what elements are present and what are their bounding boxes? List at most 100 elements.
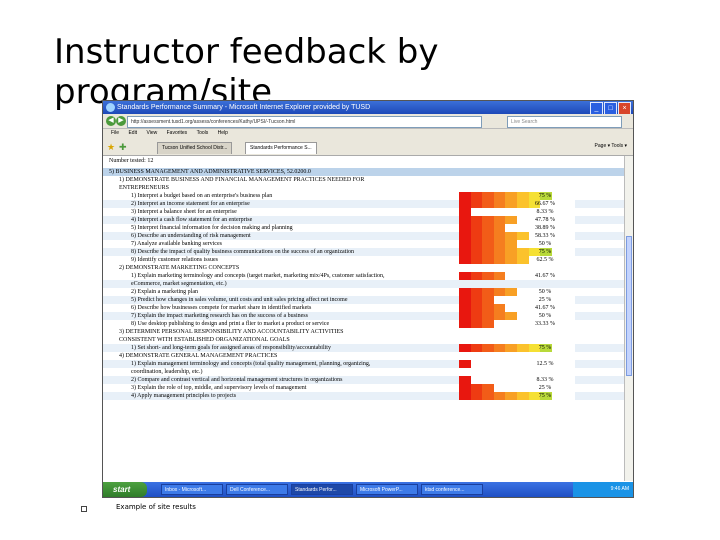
row-label: CONSISTENT WITH ESTABLISHED ORGANIZATION… <box>119 337 290 343</box>
tab-tucson[interactable]: Tucson Unified School Distr... <box>157 142 233 154</box>
row-percent: 75 % <box>538 193 552 199</box>
heat-segment <box>470 216 483 224</box>
taskbar-item-conference[interactable]: Dell Conference... <box>226 484 288 495</box>
heat-segment <box>459 208 471 216</box>
heat-segment <box>505 208 517 216</box>
heat-segment <box>482 312 494 320</box>
standard-row: 3) Interpret a balance sheet for an ente… <box>103 208 625 216</box>
heat-segment <box>493 344 506 352</box>
heat-segment <box>505 232 517 240</box>
heat-segment <box>493 192 506 200</box>
heat-segment <box>563 296 575 304</box>
heat-segment <box>470 360 483 368</box>
heat-segment <box>482 232 494 240</box>
heat-segment <box>563 256 575 264</box>
heat-segment <box>470 304 483 312</box>
number-tested: Number tested: 12 <box>109 158 154 164</box>
search-input[interactable]: Live Search <box>507 116 622 128</box>
subsection-row: ENTREPRENEURS <box>103 184 625 192</box>
menu-bar: File Edit View Favorites Tools Help <box>103 129 633 138</box>
start-button[interactable]: start <box>103 482 147 497</box>
row-label: 6) Describe how businesses compete for m… <box>131 305 312 311</box>
back-arrow-icon[interactable]: ◀ <box>106 116 116 126</box>
standard-row: 1) Interpret a budget based on an enterp… <box>103 192 625 200</box>
row-percent: 75 % <box>538 393 552 399</box>
subsection-row: 2) DEMONSTRATE MARKETING CONCEPTS <box>103 264 625 272</box>
heat-segment <box>563 288 575 296</box>
taskbar-item-ktsd[interactable]: ktsd conference... <box>421 484 483 495</box>
heat-segment <box>459 304 471 312</box>
vertical-scrollbar[interactable] <box>624 156 633 481</box>
row-percent: 12.5 % <box>536 361 554 367</box>
heat-segment <box>470 232 483 240</box>
menu-edit[interactable]: Edit <box>128 130 137 136</box>
heat-segment <box>470 288 483 296</box>
heat-segment <box>482 272 494 280</box>
taskbar-item-inbox[interactable]: Inbox - Microsoft... <box>161 484 223 495</box>
standard-row: 1) Explain management terminology and co… <box>103 360 625 368</box>
system-tray-clock: 9:46 AM <box>573 482 633 497</box>
standard-row: 2) Interpret an income statement for an … <box>103 200 625 208</box>
heat-segment <box>505 256 517 264</box>
heat-segment <box>470 208 483 216</box>
standard-row: 2) Compare and contrast vertical and hor… <box>103 376 625 384</box>
heat-segment <box>505 312 517 320</box>
row-percent: 47.78 % <box>535 217 555 223</box>
standard-row: eCommerce, market segmentation, etc.) <box>103 280 625 288</box>
row-label: 4) DEMONSTRATE GENERAL MANAGEMENT PRACTI… <box>119 353 278 359</box>
row-label: 2) DEMONSTRATE MARKETING CONCEPTS <box>119 265 240 271</box>
heat-segment <box>563 272 575 280</box>
scroll-thumb[interactable] <box>626 236 632 376</box>
heat-segment <box>563 384 575 392</box>
heat-segment <box>459 248 471 256</box>
row-percent: 50 % <box>538 289 552 295</box>
row-label: ENTREPRENEURS <box>119 185 170 191</box>
row-label: 3) Interpret a balance sheet for an ente… <box>131 209 237 215</box>
menu-view[interactable]: View <box>146 130 157 136</box>
heat-segment <box>482 248 494 256</box>
heat-segment <box>505 216 517 224</box>
address-input[interactable]: http://assessment.tusd1.org/assess/confe… <box>127 116 482 128</box>
heat-segment <box>482 344 494 352</box>
heat-segment <box>493 384 506 392</box>
row-percent: 33.33 % <box>535 321 555 327</box>
row-percent: 25 % <box>538 297 552 303</box>
heat-segment <box>505 320 517 328</box>
taskbar-item-standards[interactable]: Standards Perfor... <box>291 484 353 495</box>
row-label: 5) Predict how changes in sales volume, … <box>131 297 348 303</box>
forward-arrow-icon[interactable]: ▶ <box>116 116 126 126</box>
menu-file[interactable]: File <box>111 130 119 136</box>
heat-segment <box>482 384 494 392</box>
menu-favorites[interactable]: Favorites <box>167 130 188 136</box>
section-row: 5) BUSINESS MANAGEMENT AND ADMINISTRATIV… <box>103 168 625 176</box>
heat-segment <box>563 344 575 352</box>
heat-segment <box>563 392 575 400</box>
tab-standards[interactable]: Standards Performance S... <box>245 142 317 154</box>
standard-row: 5) Interpret financial information for d… <box>103 224 625 232</box>
heat-segment <box>459 256 471 264</box>
taskbar-item-powerpoint[interactable]: Microsoft PowerP... <box>356 484 418 495</box>
heat-segment <box>459 288 471 296</box>
heat-segment <box>505 200 517 208</box>
row-label: 7) Analyze available banking services <box>131 241 222 247</box>
heat-segment <box>459 376 471 384</box>
page-tools-menu[interactable]: Page ▾ Tools ▾ <box>595 143 627 149</box>
standard-row: 1) Set short- and long-term goals for as… <box>103 344 625 352</box>
heat-segment <box>493 376 506 384</box>
row-label: 1) Explain marketing terminology and con… <box>131 273 385 279</box>
menu-tools[interactable]: Tools <box>197 130 209 136</box>
menu-help[interactable]: Help <box>218 130 228 136</box>
add-favorites-icon[interactable]: ✚ <box>119 142 129 152</box>
standard-row: 2) Explain a marketing plan 50 % <box>103 288 625 296</box>
bullet-marker <box>81 506 87 512</box>
internet-explorer-icon <box>106 103 115 112</box>
heat-segment <box>482 192 494 200</box>
favorites-star-icon[interactable]: ★ <box>107 142 117 152</box>
heat-segment <box>493 288 506 296</box>
row-label: 4) Interpret a cash flow statement for a… <box>131 217 253 223</box>
row-label: 1) Explain management terminology and co… <box>131 361 371 367</box>
heat-segment <box>563 360 575 368</box>
heat-segment <box>493 256 506 264</box>
heat-segment <box>505 248 517 256</box>
heat-segment <box>482 392 494 400</box>
